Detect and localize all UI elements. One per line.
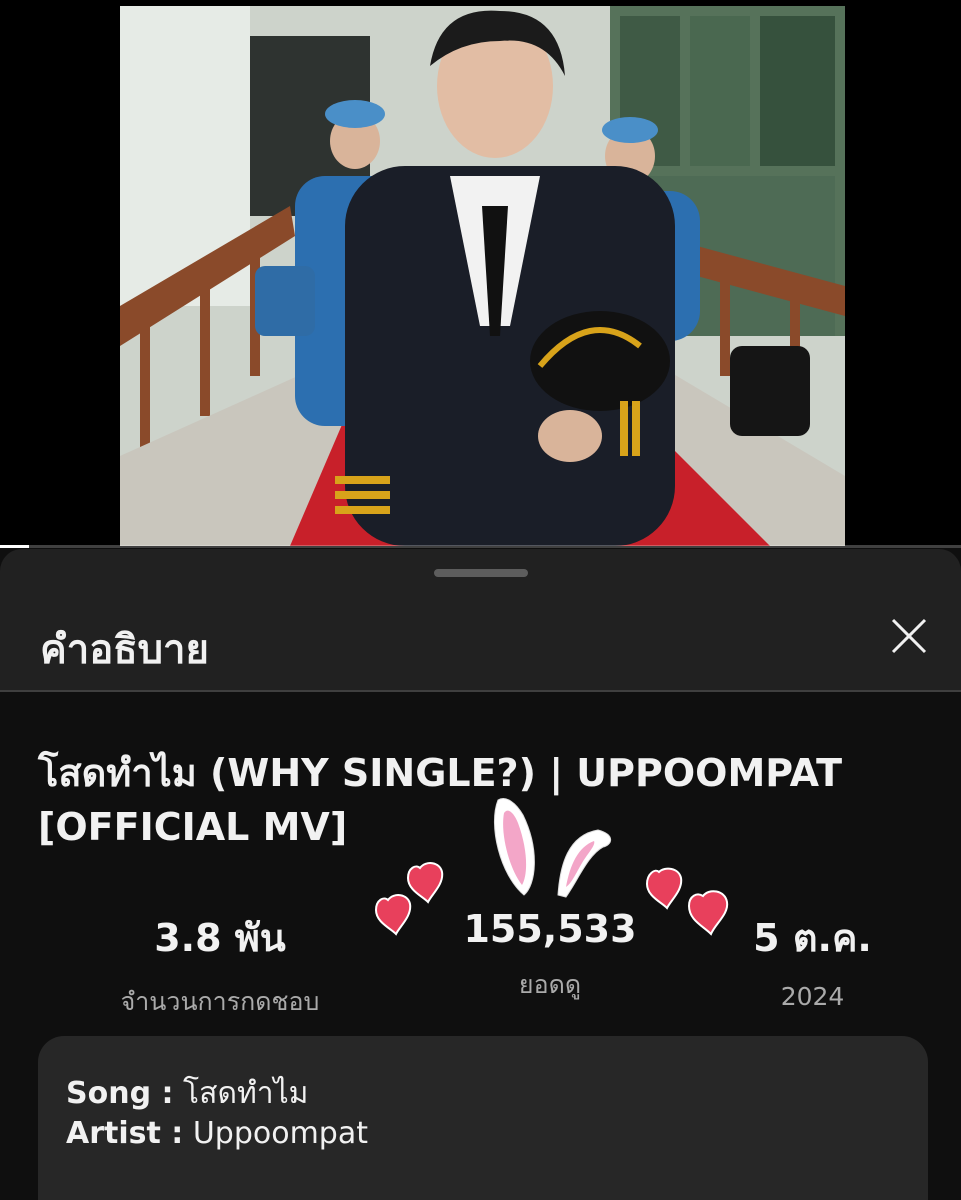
drag-handle[interactable] bbox=[434, 569, 528, 577]
likes-label: จำนวนการกดชอบ bbox=[120, 987, 320, 1016]
artist-value: Uppoompat bbox=[192, 1116, 368, 1151]
likes-count: 3.8 พัน bbox=[154, 916, 286, 960]
heart-sticker-right bbox=[645, 867, 740, 943]
video-title: โสดทำไม (WHY SINGLE?) | UPPOOMPAT [OFFIC… bbox=[38, 751, 843, 849]
sheet-header: คำอธิบาย bbox=[0, 599, 961, 691]
bunny-ears-sticker bbox=[488, 795, 618, 900]
artist-line: Artist : Uppoompat bbox=[66, 1116, 368, 1151]
heart-sticker-left bbox=[370, 862, 460, 942]
description-content: โสดทำไม (WHY SINGLE?) | UPPOOMPAT [OFFIC… bbox=[0, 692, 961, 1200]
views-stat: 155,533 ยอดดู bbox=[430, 907, 670, 1005]
video-thumbnail bbox=[120, 6, 845, 546]
bunny-ears-icon bbox=[494, 798, 612, 898]
sheet-title: คำอธิบาย bbox=[40, 627, 209, 673]
publish-date: 5 ต.ค. bbox=[753, 916, 872, 960]
video-progress-bar[interactable] bbox=[0, 545, 961, 548]
date-stat: 5 ต.ค. 2024 bbox=[720, 907, 905, 1011]
close-button[interactable] bbox=[884, 611, 934, 661]
hearts-icon bbox=[645, 867, 729, 936]
video-player[interactable] bbox=[0, 0, 961, 548]
artist-key: Artist : bbox=[66, 1116, 184, 1151]
views-count: 155,533 bbox=[463, 907, 637, 951]
views-label: ยอดดู bbox=[518, 970, 582, 999]
song-value: โสดทำไม bbox=[183, 1076, 309, 1111]
publish-year: 2024 bbox=[780, 982, 845, 1011]
hearts-icon bbox=[374, 862, 444, 936]
song-line: Song : โสดทำไม bbox=[66, 1070, 308, 1117]
video-progress-fill bbox=[0, 545, 29, 548]
likes-stat: 3.8 พัน จำนวนการกดชอบ bbox=[60, 907, 380, 1022]
close-icon bbox=[891, 618, 927, 654]
video-frame[interactable] bbox=[120, 6, 845, 546]
description-sheet: คำอธิบาย โสดทำไม (WHY SINGLE?) | UPPOOMP… bbox=[0, 549, 961, 1200]
song-key: Song : bbox=[66, 1076, 174, 1111]
description-text-box[interactable]: Song : โสดทำไม Artist : Uppoompat bbox=[38, 1036, 928, 1200]
